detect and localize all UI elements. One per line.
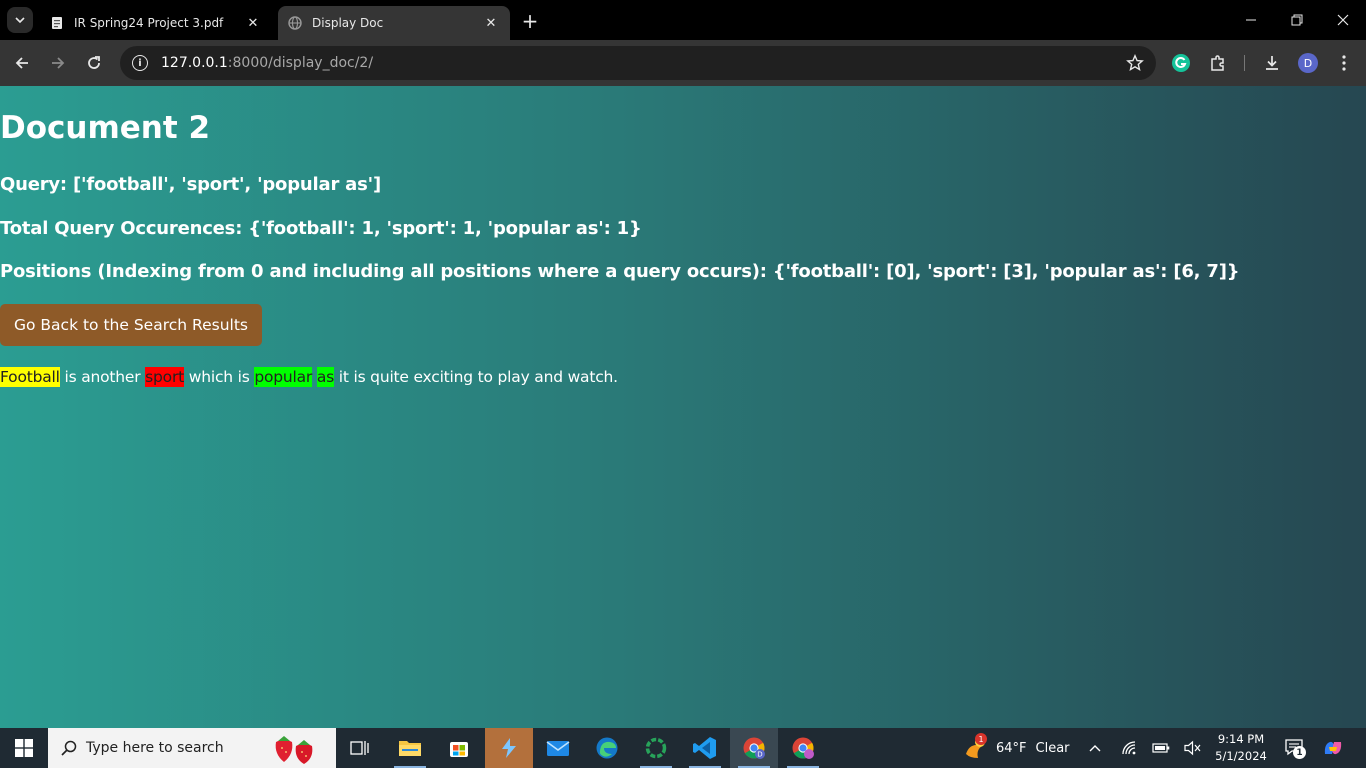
tab-title: Display Doc bbox=[312, 16, 384, 30]
restore-icon bbox=[1291, 14, 1303, 26]
start-button[interactable] bbox=[0, 728, 48, 768]
edge-icon bbox=[596, 737, 618, 759]
task-view-button[interactable] bbox=[336, 728, 384, 768]
search-icon bbox=[60, 739, 78, 757]
mail-icon bbox=[546, 741, 570, 756]
back-button[interactable] bbox=[8, 49, 36, 77]
store-icon bbox=[450, 742, 468, 757]
tab-title: IR Spring24 Project 3.pdf bbox=[74, 16, 224, 30]
tab-pdf[interactable]: IR Spring24 Project 3.pdf ✕ bbox=[40, 6, 272, 40]
extensions-puzzle-icon[interactable] bbox=[1207, 52, 1229, 74]
network-status[interactable] bbox=[1121, 728, 1139, 768]
page-content: Document 2 Query: ['football', 'sport', … bbox=[0, 86, 1366, 728]
taskbar-power-automate[interactable] bbox=[485, 728, 533, 768]
close-window-button[interactable] bbox=[1320, 0, 1366, 40]
taskbar-clock[interactable]: 9:14 PM 5/1/2024 bbox=[1212, 731, 1270, 765]
vscode-icon bbox=[693, 737, 716, 759]
profile-avatar[interactable]: D bbox=[1298, 53, 1318, 73]
query-line: Query: ['football', 'sport', 'popular as… bbox=[0, 174, 381, 195]
taskbar-file-explorer[interactable] bbox=[386, 728, 434, 768]
grammarly-extension-icon[interactable] bbox=[1170, 52, 1192, 74]
clock-date: 5/1/2024 bbox=[1215, 749, 1267, 763]
minimize-button[interactable] bbox=[1228, 0, 1274, 40]
battery-status[interactable] bbox=[1152, 728, 1170, 768]
chevron-up-icon bbox=[1089, 745, 1101, 752]
pdf-file-icon bbox=[50, 16, 64, 30]
notification-icon: 1 bbox=[1284, 738, 1306, 759]
show-hidden-icons[interactable] bbox=[1088, 728, 1102, 768]
folder-icon bbox=[399, 741, 421, 756]
chevron-down-icon bbox=[15, 17, 25, 24]
close-icon[interactable]: ✕ bbox=[244, 14, 262, 32]
lightning-icon bbox=[502, 738, 516, 758]
windows-logo-icon bbox=[15, 739, 33, 757]
globe-icon bbox=[288, 16, 302, 30]
address-bar[interactable]: i 127.0.0.1:8000/display_doc/2/ bbox=[120, 46, 1156, 80]
copilot-button[interactable] bbox=[1322, 728, 1344, 768]
text-segment: which is bbox=[184, 368, 255, 386]
speaker-icon bbox=[1184, 740, 1201, 756]
page-title: Document 2 bbox=[0, 110, 211, 146]
toolbar-separator bbox=[1244, 55, 1245, 71]
chrome-icon: D bbox=[743, 737, 765, 759]
svg-text:D: D bbox=[757, 751, 762, 759]
weather-temp: 64°F bbox=[996, 740, 1027, 756]
search-placeholder: Type here to search bbox=[86, 740, 224, 756]
volume-status[interactable] bbox=[1184, 728, 1202, 768]
arrow-right-icon bbox=[52, 57, 65, 69]
taskbar-edge[interactable] bbox=[583, 728, 631, 768]
browser-toolbar: i 127.0.0.1:8000/display_doc/2/ D bbox=[0, 40, 1366, 86]
new-tab-button[interactable]: + bbox=[518, 9, 542, 33]
kebab-menu-icon[interactable] bbox=[1333, 52, 1355, 74]
battery-icon bbox=[1152, 743, 1170, 753]
restore-button[interactable] bbox=[1274, 0, 1320, 40]
tab-search-button[interactable] bbox=[7, 7, 33, 33]
circle-app-icon bbox=[645, 737, 667, 759]
minimize-icon bbox=[1246, 19, 1256, 21]
clock-time: 9:14 PM bbox=[1217, 732, 1265, 746]
text-segment: it is quite exciting to play and watch. bbox=[334, 368, 618, 386]
tab-display-doc[interactable]: Display Doc ✕ bbox=[278, 6, 510, 40]
reload-icon bbox=[88, 56, 100, 69]
wifi-icon bbox=[1122, 741, 1136, 755]
highlight-as: as bbox=[316, 367, 335, 387]
weather-badge: 1 bbox=[975, 733, 987, 745]
highlight-popular: popular bbox=[254, 367, 313, 387]
download-icon[interactable] bbox=[1261, 52, 1283, 74]
taskbar-chrome-active[interactable]: D bbox=[730, 728, 778, 768]
occurrences-line: Total Query Occurences: {'football': 1, … bbox=[0, 218, 642, 239]
taskbar-microsoft-store[interactable] bbox=[435, 728, 483, 768]
reload-button[interactable] bbox=[80, 49, 108, 77]
taskbar-mail[interactable] bbox=[534, 728, 582, 768]
tab-strip: IR Spring24 Project 3.pdf ✕ Display Doc … bbox=[0, 0, 1366, 40]
forward-button[interactable] bbox=[44, 49, 72, 77]
highlight-sport: sport bbox=[145, 367, 185, 387]
close-icon bbox=[1337, 14, 1349, 26]
chrome-icon bbox=[792, 737, 814, 759]
url-text[interactable]: 127.0.0.1:8000/display_doc/2/ bbox=[161, 55, 373, 71]
notification-badge: 1 bbox=[1293, 746, 1306, 759]
positions-line: Positions (Indexing from 0 and including… bbox=[0, 261, 1240, 282]
taskbar-vscode[interactable] bbox=[681, 728, 729, 768]
highlight-football: Football bbox=[0, 367, 60, 387]
task-view-icon bbox=[350, 741, 369, 755]
weather-icon: 1 bbox=[962, 733, 988, 760]
text-segment: is another bbox=[59, 368, 146, 386]
strawberry-icon bbox=[275, 736, 313, 764]
copilot-icon bbox=[1324, 741, 1342, 755]
taskbar: Type here to search D 1 64°F Clear 9:14 … bbox=[0, 728, 1366, 768]
taskbar-green-app[interactable] bbox=[632, 728, 680, 768]
bookmark-star-icon[interactable] bbox=[1126, 54, 1144, 76]
site-info-icon[interactable]: i bbox=[132, 55, 148, 71]
taskbar-search[interactable]: Type here to search bbox=[48, 728, 336, 768]
arrow-left-icon bbox=[15, 57, 28, 69]
back-to-results-button[interactable]: Go Back to the Search Results bbox=[0, 304, 262, 346]
weather-widget[interactable]: 1 64°F Clear bbox=[962, 728, 1070, 768]
weather-condition: Clear bbox=[1035, 740, 1070, 756]
close-icon[interactable]: ✕ bbox=[482, 14, 500, 32]
document-text: Football is another sport which is popul… bbox=[0, 367, 618, 387]
notification-center[interactable]: 1 bbox=[1284, 728, 1306, 768]
taskbar-chrome-secondary[interactable] bbox=[779, 728, 827, 768]
